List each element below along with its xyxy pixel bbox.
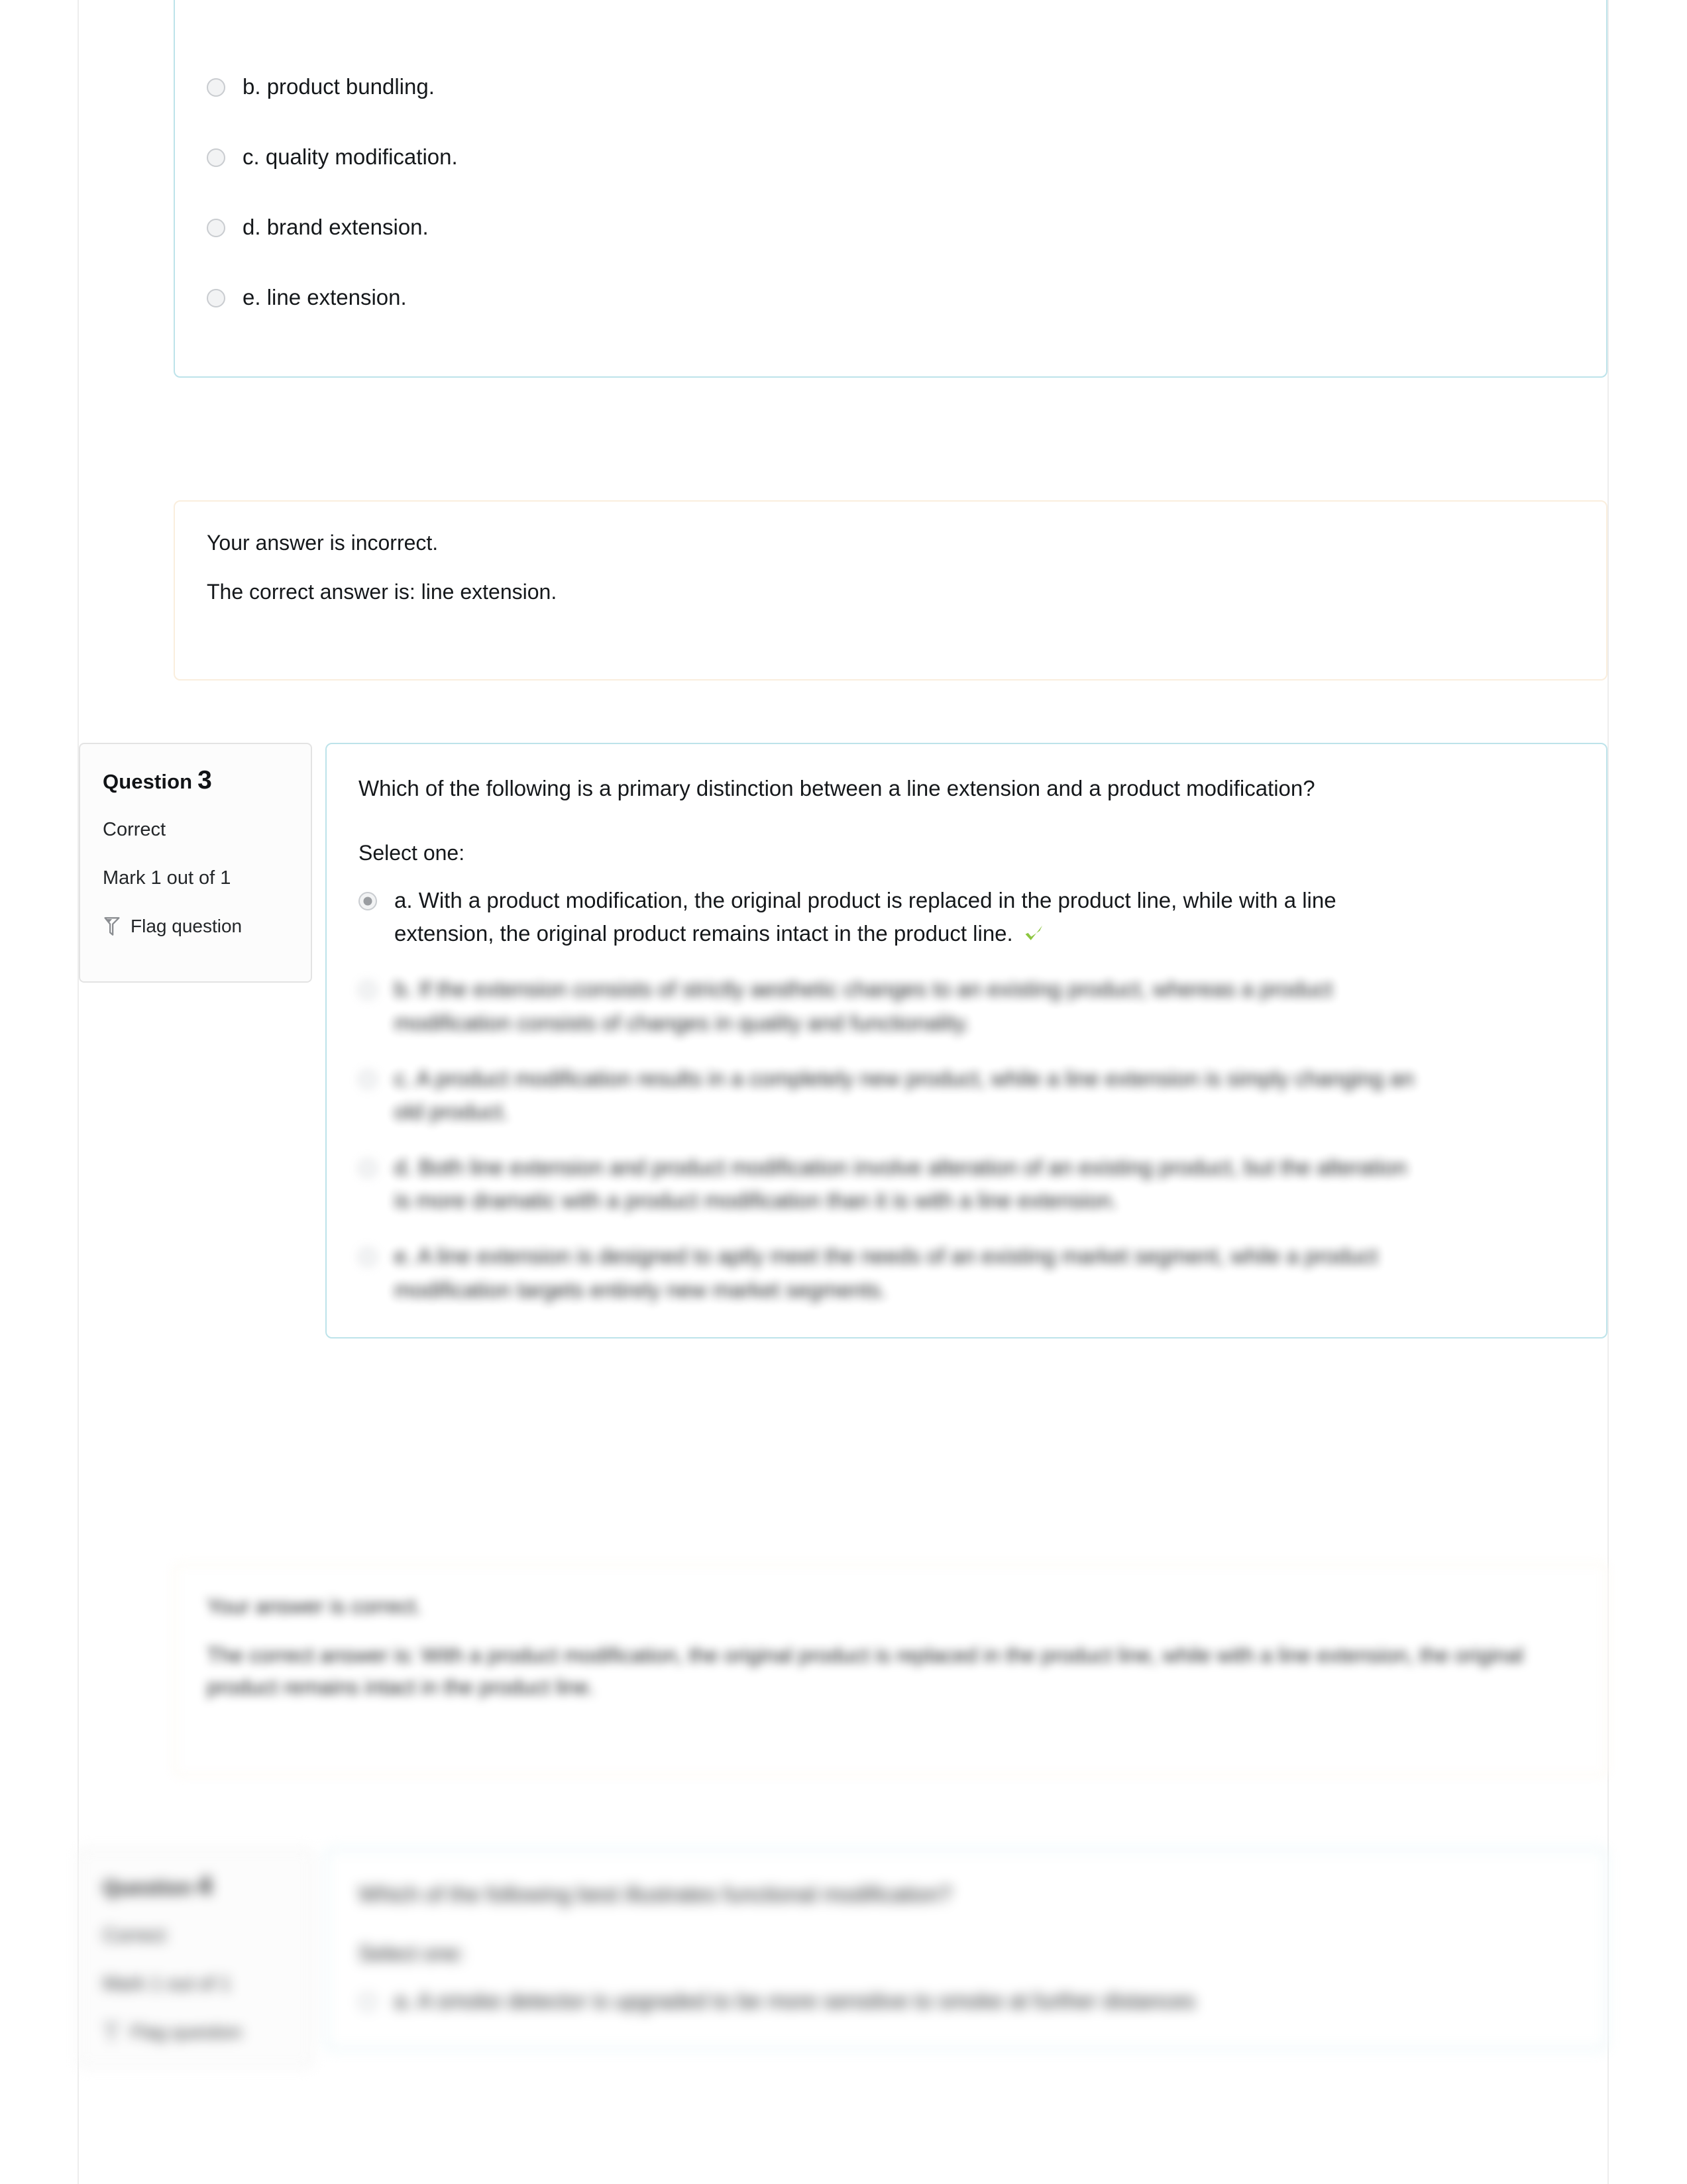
question-3-answer-list: a. With a product modification, the orig… — [358, 884, 1574, 1307]
correct-check-icon — [1022, 921, 1045, 944]
question-3-row: Question 3 Correct Mark 1 out of 1 Flag q… — [79, 743, 1607, 1338]
question-2-body-continued: b. product bundling. c. quality modifica… — [174, 0, 1607, 378]
question-number: 3 — [197, 766, 212, 794]
question-4-body: Which of the following best illustrates … — [325, 1849, 1607, 2050]
question-3-info-panel: Question 3 Correct Mark 1 out of 1 Flag q… — [79, 743, 312, 983]
question-4-select-prompt: Select one: — [358, 1941, 465, 1966]
answer-option-label: e. line extension. — [243, 285, 407, 310]
question-3-select-prompt: Select one: — [358, 841, 465, 865]
flag-icon — [103, 2022, 121, 2042]
radio-button-a[interactable] — [358, 892, 377, 911]
answer-option-label: c. quality modification. — [243, 144, 458, 170]
radio-button-b[interactable] — [207, 78, 225, 97]
answer-option-label: a. With a product modification, the orig… — [377, 884, 1415, 950]
question-label: Question — [103, 1876, 193, 1899]
question-3-state: Correct — [103, 818, 166, 840]
radio-button-b[interactable] — [358, 981, 377, 1000]
flag-icon — [103, 916, 121, 936]
quiz-review-page: b. product bundling. c. quality modifica… — [0, 0, 1687, 2184]
question-4-mark: Mark 1 out of 1 — [103, 1973, 231, 1994]
question-3-mark: Mark 1 out of 1 — [103, 867, 231, 889]
answer-option-label: b. If the extension consists of strictly… — [394, 977, 1333, 1035]
answer-option-text: a. With a product modification, the orig… — [394, 888, 1336, 946]
answer-option-label: d. brand extension. — [243, 215, 429, 240]
feedback-result: Your answer is incorrect. — [207, 531, 439, 555]
feedback-correct-answer: The correct answer is: line extension. — [207, 580, 557, 604]
answer-option[interactable]: c. quality modification. — [207, 140, 1574, 174]
page-bottom-fade — [79, 2081, 1607, 2184]
radio-button-c[interactable] — [358, 1069, 377, 1089]
feedback-correct-answer: The correct answer is: With a product mo… — [207, 1643, 1523, 1699]
question-3-body: Which of the following is a primary dist… — [325, 743, 1607, 1338]
answer-option[interactable]: a. With a product modification, the orig… — [358, 884, 1574, 950]
answer-option[interactable]: d. brand extension. — [207, 211, 1574, 244]
question-3-feedback: Your answer is correct. The correct answ… — [174, 1564, 1607, 1776]
question-3-number-heading: Question 3 — [103, 766, 291, 795]
radio-button-c[interactable] — [207, 148, 225, 168]
radio-button-d[interactable] — [358, 1159, 377, 1178]
flag-question-3-label: Flag question — [131, 915, 243, 936]
question-4-number-heading: Question 4 — [103, 1872, 291, 1901]
radio-button-e[interactable] — [207, 289, 225, 308]
feedback-result: Your answer is correct. — [207, 1594, 422, 1618]
content-column: b. product bundling. c. quality modifica… — [79, 0, 1607, 2184]
question-label: Question — [103, 770, 193, 793]
answer-option-label: e. A line extension is designed to aptly… — [394, 1244, 1378, 1302]
radio-button-e[interactable] — [358, 1248, 377, 1267]
answer-option-label: c. A product modification results in a c… — [394, 1065, 1414, 1124]
answer-option[interactable]: c. A product modification results in a c… — [358, 1062, 1574, 1128]
question-4-info-panel: Question 4 Correct Mark 1 out of 1 Flag q… — [79, 1849, 312, 2067]
answer-option[interactable]: b. product bundling. — [207, 70, 1574, 103]
question-3-text: Which of the following is a primary dist… — [358, 776, 1315, 800]
answer-option[interactable]: a. A smoke detector is upgraded to be mo… — [358, 1985, 1574, 2018]
question-2-feedback: Your answer is incorrect. The correct an… — [174, 500, 1607, 681]
flag-question-4-label: Flag question — [131, 2021, 243, 2042]
answer-option-label: a. A smoke detector is upgraded to be mo… — [394, 1989, 1195, 2014]
answer-option[interactable]: e. A line extension is designed to aptly… — [358, 1240, 1574, 1306]
question-4-answer-list: a. A smoke detector is upgraded to be mo… — [358, 1985, 1574, 2018]
answer-option-label: d. Both line extension and product modif… — [394, 1155, 1407, 1213]
answer-option[interactable]: b. If the extension consists of strictly… — [358, 973, 1574, 1039]
flag-question-4-button[interactable]: Flag question — [103, 2022, 291, 2043]
question-4-row: Question 4 Correct Mark 1 out of 1 Flag q… — [79, 1849, 1607, 2067]
answer-option-label: b. product bundling. — [243, 74, 435, 99]
question-number: 4 — [197, 1872, 212, 1900]
question-4-text: Which of the following best illustrates … — [358, 1882, 952, 1906]
answer-option[interactable]: d. Both line extension and product modif… — [358, 1151, 1574, 1217]
question-2-answer-list: b. product bundling. c. quality modifica… — [207, 70, 1574, 315]
flag-question-3-button[interactable]: Flag question — [103, 916, 291, 937]
radio-button-d[interactable] — [207, 219, 225, 238]
answer-option[interactable]: e. line extension. — [207, 281, 1574, 314]
question-4-state: Correct — [103, 1924, 166, 1946]
page-right-rule — [1607, 0, 1609, 2184]
radio-button-a[interactable] — [358, 1993, 377, 2012]
